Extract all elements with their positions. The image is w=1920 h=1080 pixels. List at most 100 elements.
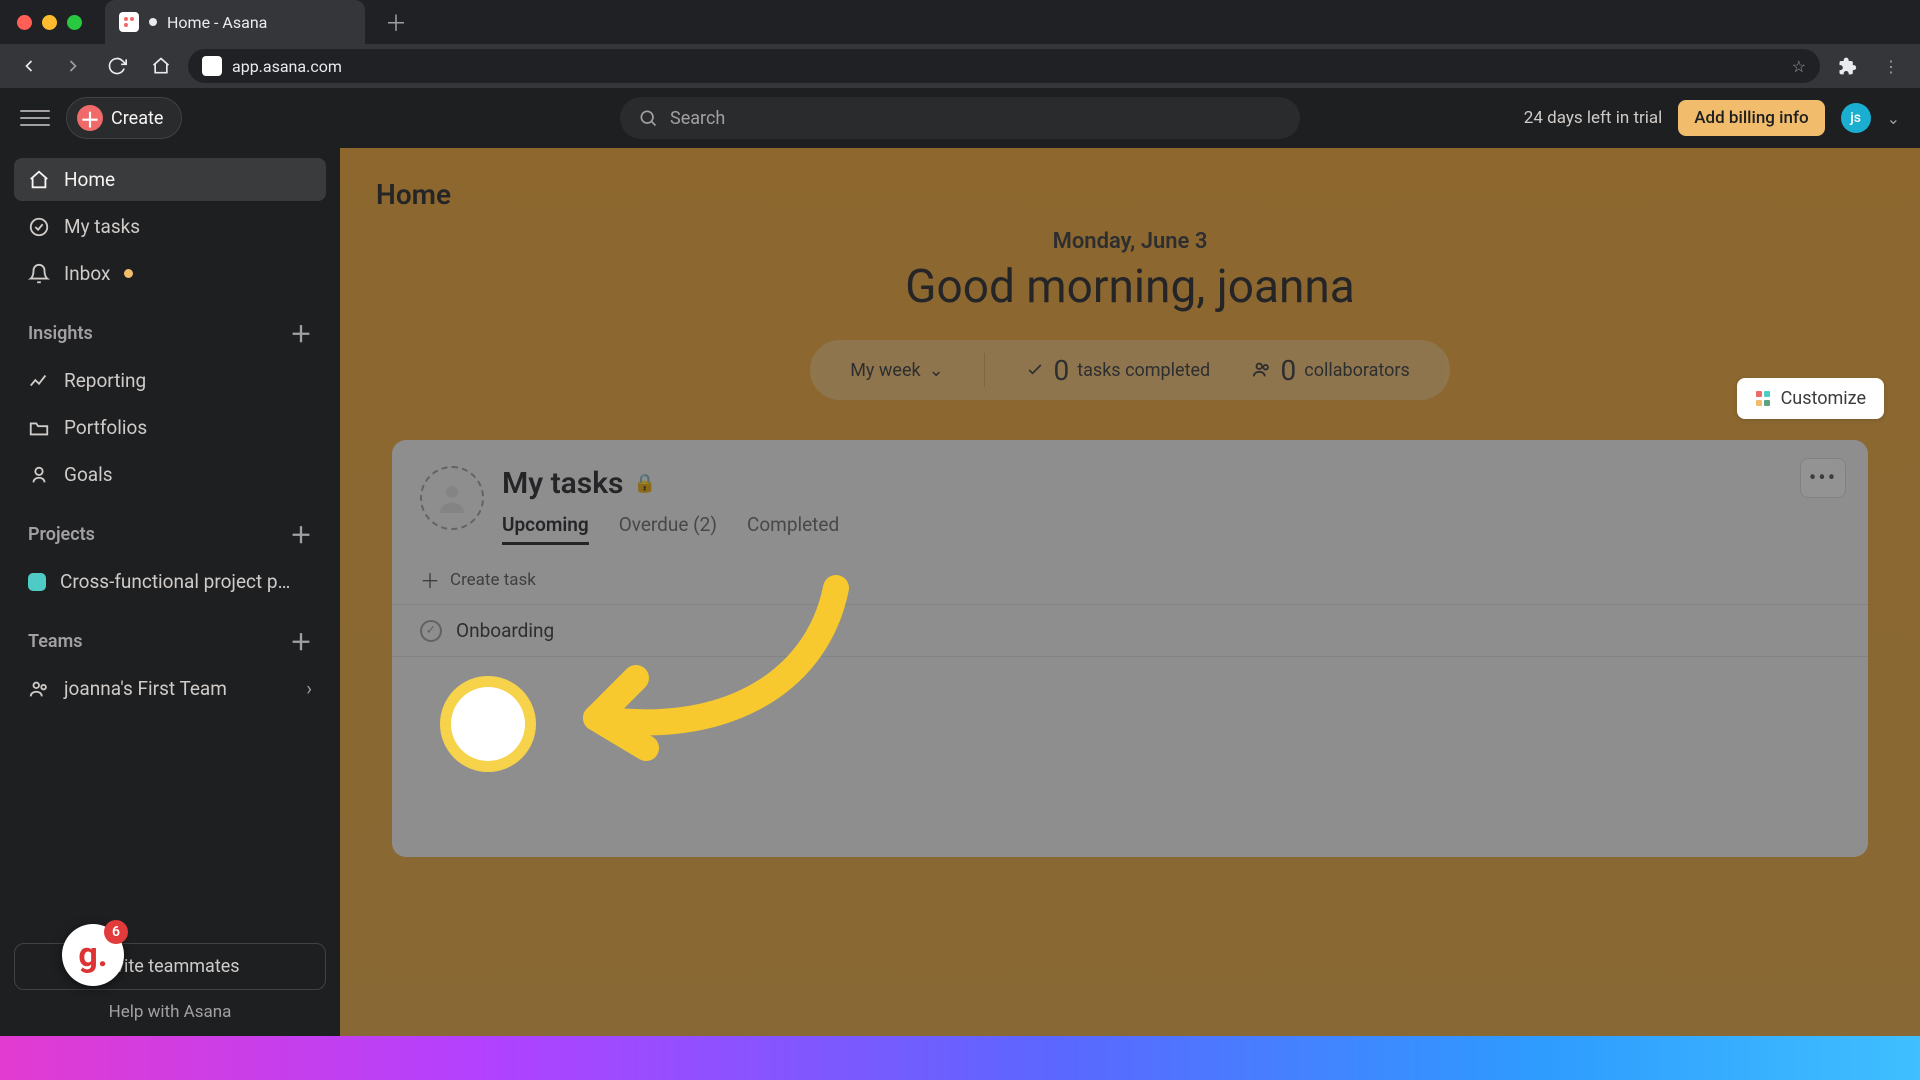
card-title: My tasks 🔒 <box>502 466 839 501</box>
my-week-label: My week <box>850 360 920 381</box>
add-project-button[interactable]: ＋ <box>290 518 312 550</box>
my-week-dropdown[interactable]: My week ⌄ <box>850 360 944 381</box>
plus-icon: ＋ <box>420 565 440 594</box>
sidebar-heading-insights: Insights ＋ <box>14 299 326 355</box>
sidebar-item-home[interactable]: Home <box>14 158 326 201</box>
add-team-button[interactable]: ＋ <box>290 625 312 657</box>
task-check-circle[interactable]: ✓ <box>420 620 442 642</box>
profile-photo-placeholder[interactable] <box>420 466 484 530</box>
back-button[interactable] <box>12 49 46 83</box>
avatar-initials: js <box>1850 110 1861 126</box>
divider <box>984 353 985 387</box>
invite-teammates-button[interactable]: Invite teammates <box>14 943 326 990</box>
forward-button[interactable] <box>56 49 90 83</box>
collab-count: 0 <box>1281 354 1297 387</box>
chevron-down-icon[interactable]: ⌄ <box>1887 109 1900 128</box>
create-label: Create <box>111 108 163 129</box>
app-topbar: ＋ Create Search 24 days left in trial Ad… <box>0 88 1920 148</box>
search-icon <box>638 108 658 128</box>
team-icon <box>28 678 50 700</box>
asana-favicon <box>119 12 139 32</box>
heading-label: Teams <box>28 631 83 652</box>
guide-badge[interactable]: g.6 <box>62 924 124 986</box>
sidebar: Home My tasks Inbox Insights ＋ Reporting… <box>0 148 340 1036</box>
card-title-text: My tasks <box>502 466 623 501</box>
sidebar-item-label: Home <box>64 168 115 191</box>
browser-tab[interactable]: Home - Asana <box>105 0 365 44</box>
extensions-icon[interactable] <box>1830 49 1864 83</box>
tutorial-bottom-bar <box>0 1036 1920 1080</box>
reload-button[interactable] <box>100 49 134 83</box>
create-button[interactable]: ＋ Create <box>66 97 182 139</box>
goals-icon <box>28 464 50 486</box>
guide-badge-count: 6 <box>104 920 128 944</box>
inbox-unread-dot-icon <box>124 269 133 278</box>
collab-label: collaborators <box>1304 360 1410 381</box>
add-billing-button[interactable]: Add billing info <box>1678 100 1824 136</box>
sidebar-toggle-button[interactable] <box>20 103 50 133</box>
card-menu-button[interactable]: ••• <box>1800 458 1846 498</box>
sidebar-item-label: Reporting <box>64 369 146 392</box>
search-placeholder: Search <box>670 108 725 129</box>
chevron-down-icon: ⌄ <box>929 360 944 381</box>
customize-button[interactable]: Customize <box>1737 378 1884 419</box>
sidebar-item-my-tasks[interactable]: My tasks <box>14 205 326 248</box>
home-icon <box>28 169 50 191</box>
sidebar-item-goals[interactable]: Goals <box>14 453 326 496</box>
sidebar-item-reporting[interactable]: Reporting <box>14 359 326 402</box>
lock-icon: 🔒 <box>633 473 655 494</box>
bookmark-star-icon[interactable]: ☆ <box>1792 57 1806 76</box>
browser-menu-icon[interactable]: ⋮ <box>1874 49 1908 83</box>
search-input[interactable]: Search <box>620 97 1300 139</box>
sidebar-item-label: Portfolios <box>64 416 147 439</box>
sidebar-item-portfolios[interactable]: Portfolios <box>14 406 326 449</box>
create-task-label: Create task <box>450 570 536 590</box>
new-tab-button[interactable]: ＋ <box>379 5 413 39</box>
plus-icon: ＋ <box>77 105 103 131</box>
tutorial-arrow-icon <box>536 568 856 788</box>
tab-label: Completed <box>747 513 839 536</box>
sidebar-item-label: Cross-functional project p… <box>60 570 290 593</box>
sidebar-item-label: Goals <box>64 463 113 486</box>
sidebar-heading-projects: Projects ＋ <box>14 500 326 556</box>
sidebar-item-label: joanna's First Team <box>64 677 227 700</box>
tab-label: Overdue (2) <box>619 513 717 536</box>
project-color-icon <box>28 573 46 591</box>
minimize-window-button[interactable] <box>42 15 57 30</box>
sidebar-heading-teams: Teams ＋ <box>14 607 326 663</box>
tab-label: Upcoming <box>502 513 589 536</box>
sidebar-item-inbox[interactable]: Inbox <box>14 252 326 295</box>
help-link[interactable]: Help with Asana <box>109 1002 232 1022</box>
unsaved-indicator-icon <box>149 18 157 26</box>
tasks-completed-stat: 0 tasks completed <box>1025 354 1210 387</box>
add-insight-button[interactable]: ＋ <box>290 317 312 349</box>
home-button[interactable] <box>144 49 178 83</box>
greeting: Good morning, joanna <box>376 260 1884 314</box>
tab-completed[interactable]: Completed <box>747 513 839 545</box>
bell-icon <box>28 263 50 285</box>
tab-upcoming[interactable]: Upcoming <box>502 513 589 545</box>
topbar-right: 24 days left in trial Add billing info j… <box>1524 100 1900 136</box>
url-text: app.asana.com <box>232 57 342 76</box>
sidebar-item-label: My tasks <box>64 215 140 238</box>
billing-label: Add billing info <box>1694 108 1808 128</box>
folder-icon <box>28 417 50 439</box>
close-window-button[interactable] <box>17 15 32 30</box>
sidebar-footer: Invite teammates Help with Asana <box>14 943 326 1022</box>
sidebar-item-team[interactable]: joanna's First Team › <box>14 667 326 710</box>
user-avatar[interactable]: js <box>1841 103 1871 133</box>
address-bar[interactable]: app.asana.com ☆ <box>188 49 1820 83</box>
sidebar-item-project[interactable]: Cross-functional project p… <box>14 560 326 603</box>
stats-pill: My week ⌄ 0 tasks completed 0 collaborat… <box>810 340 1450 400</box>
collaborators-stat: 0 collaborators <box>1251 354 1410 387</box>
help-label: Help with Asana <box>109 1002 232 1022</box>
tab-overdue[interactable]: Overdue (2) <box>619 513 717 545</box>
browser-nav: app.asana.com ☆ ⋮ <box>0 44 1920 88</box>
tab-title: Home - Asana <box>167 13 267 32</box>
customize-label: Customize <box>1781 388 1866 409</box>
heading-label: Projects <box>28 524 95 545</box>
trial-text: 24 days left in trial <box>1524 108 1662 128</box>
window-controls <box>0 15 99 30</box>
tasks-label: tasks completed <box>1077 360 1210 381</box>
fullscreen-window-button[interactable] <box>67 15 82 30</box>
